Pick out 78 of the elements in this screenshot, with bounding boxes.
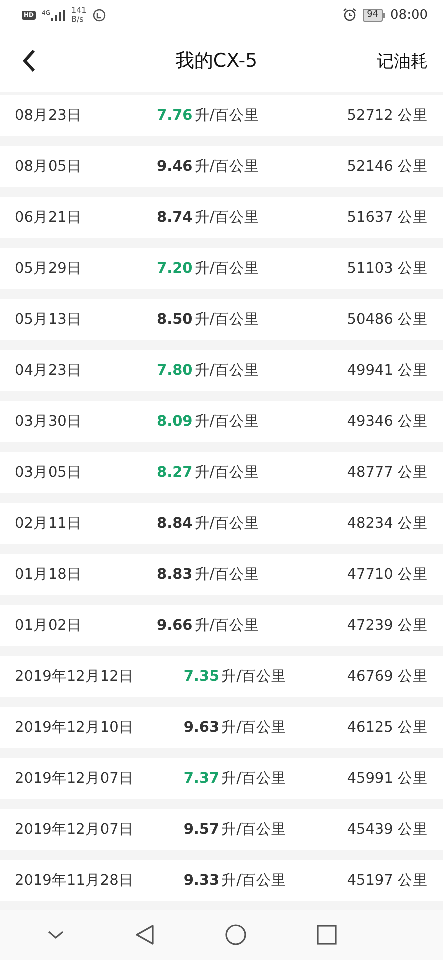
back-icon[interactable] <box>135 924 155 946</box>
record-date: 05月13日 <box>15 311 83 329</box>
odometer-reading: 50486 公里 <box>347 311 428 329</box>
record-row[interactable]: 04月23日 7.80 升/百公里 49941 公里 <box>0 350 443 391</box>
signal-icon <box>51 10 66 20</box>
home-icon[interactable] <box>225 924 247 946</box>
record-date: 01月18日 <box>15 566 83 584</box>
record-date: 01月02日 <box>15 617 83 635</box>
fuel-consumption: 9.33 升/百公里 <box>184 872 288 890</box>
record-row[interactable]: 01月02日 9.66 升/百公里 47239 公里 <box>0 605 443 646</box>
record-date: 2019年12月12日 <box>15 668 134 686</box>
fuel-consumption: 9.66 升/百公里 <box>157 617 261 635</box>
fuel-consumption: 9.46 升/百公里 <box>157 158 261 176</box>
record-date: 02月11日 <box>15 515 83 533</box>
speed-unit: B/s <box>71 15 85 24</box>
record-row[interactable]: 03月30日 8.09 升/百公里 49346 公里 <box>0 401 443 442</box>
record-row[interactable]: 2019年11月28日 9.33 升/百公里 45197 公里 <box>0 860 443 901</box>
record-row[interactable]: 02月11日 8.84 升/百公里 48234 公里 <box>0 503 443 544</box>
record-date: 2019年11月28日 <box>15 872 134 890</box>
fuel-consumption: 7.80 升/百公里 <box>157 362 261 380</box>
fuel-consumption: 8.74 升/百公里 <box>157 209 261 227</box>
odometer-reading: 51637 公里 <box>347 209 428 227</box>
odometer-reading: 52712 公里 <box>347 107 428 125</box>
fuel-consumption: 7.20 升/百公里 <box>157 260 261 278</box>
record-date: 2019年12月10日 <box>15 719 134 737</box>
page-title: 我的CX-5 <box>174 49 259 74</box>
odometer-reading: 46769 公里 <box>347 668 428 686</box>
odometer-reading: 47710 公里 <box>347 566 428 584</box>
odometer-reading: 52146 公里 <box>347 158 428 176</box>
record-row[interactable]: 2019年12月07日 9.57 升/百公里 45439 公里 <box>0 809 443 850</box>
record-row[interactable]: 01月18日 8.83 升/百公里 47710 公里 <box>0 554 443 595</box>
record-row[interactable]: 2019年12月10日 9.63 升/百公里 46125 公里 <box>0 707 443 748</box>
record-date: 06月21日 <box>15 209 83 227</box>
clock-time: 08:00 <box>390 8 428 22</box>
odometer-reading: 49346 公里 <box>347 413 428 431</box>
odometer-reading: 45991 公里 <box>347 770 428 788</box>
fuel-consumption: 7.35 升/百公里 <box>184 668 288 686</box>
odometer-reading: 45439 公里 <box>347 821 428 839</box>
record-date: 08月23日 <box>15 107 83 125</box>
odometer-reading: 45197 公里 <box>347 872 428 890</box>
record-date: 03月05日 <box>15 464 83 482</box>
record-date: 05月29日 <box>15 260 83 278</box>
record-row[interactable]: 06月21日 8.74 升/百公里 51637 公里 <box>0 197 443 238</box>
odometer-reading: 48234 公里 <box>347 515 428 533</box>
record-row[interactable]: 2019年12月12日 7.35 升/百公里 46769 公里 <box>0 656 443 697</box>
data-saver-icon <box>92 8 106 22</box>
record-date: 08月05日 <box>15 158 83 176</box>
alarm-icon <box>343 8 358 22</box>
record-fuel-button[interactable]: 记油耗 <box>377 50 428 72</box>
record-date: 2019年12月07日 <box>15 821 134 839</box>
odometer-reading: 49941 公里 <box>347 362 428 380</box>
back-icon[interactable] <box>22 49 36 73</box>
battery-level: 94 <box>363 8 383 22</box>
odometer-reading: 51103 公里 <box>347 260 428 278</box>
record-date: 03月30日 <box>15 413 83 431</box>
fuel-consumption: 8.27 升/百公里 <box>157 464 261 482</box>
record-row[interactable]: 05月29日 7.20 升/百公里 51103 公里 <box>0 248 443 289</box>
network-speed: 141 <box>71 6 87 15</box>
record-date: 04月23日 <box>15 362 83 380</box>
fuel-consumption: 8.83 升/百公里 <box>157 566 261 584</box>
fuel-consumption: 7.37 升/百公里 <box>184 770 288 788</box>
odometer-reading: 47239 公里 <box>347 617 428 635</box>
fuel-consumption: 7.76 升/百公里 <box>157 107 261 125</box>
record-row[interactable]: 2019年12月07日 7.37 升/百公里 45991 公里 <box>0 758 443 799</box>
fuel-consumption: 8.84 升/百公里 <box>157 515 261 533</box>
chevron-down-icon[interactable] <box>47 930 65 940</box>
fuel-consumption: 9.63 升/百公里 <box>184 719 288 737</box>
recents-icon[interactable] <box>317 925 337 945</box>
record-row[interactable]: 03月05日 8.27 升/百公里 48777 公里 <box>0 452 443 493</box>
odometer-reading: 46125 公里 <box>347 719 428 737</box>
record-row[interactable]: 05月13日 8.50 升/百公里 50486 公里 <box>0 299 443 340</box>
record-row[interactable]: 08月05日 9.46 升/百公里 52146 公里 <box>0 146 443 187</box>
record-row[interactable]: 08月23日 7.76 升/百公里 52712 公里 <box>0 95 443 136</box>
fuel-consumption: 8.09 升/百公里 <box>157 413 261 431</box>
odometer-reading: 48777 公里 <box>347 464 428 482</box>
fuel-consumption: 9.57 升/百公里 <box>184 821 288 839</box>
record-date: 2019年12月07日 <box>15 770 134 788</box>
fuel-consumption: 8.50 升/百公里 <box>157 311 261 329</box>
